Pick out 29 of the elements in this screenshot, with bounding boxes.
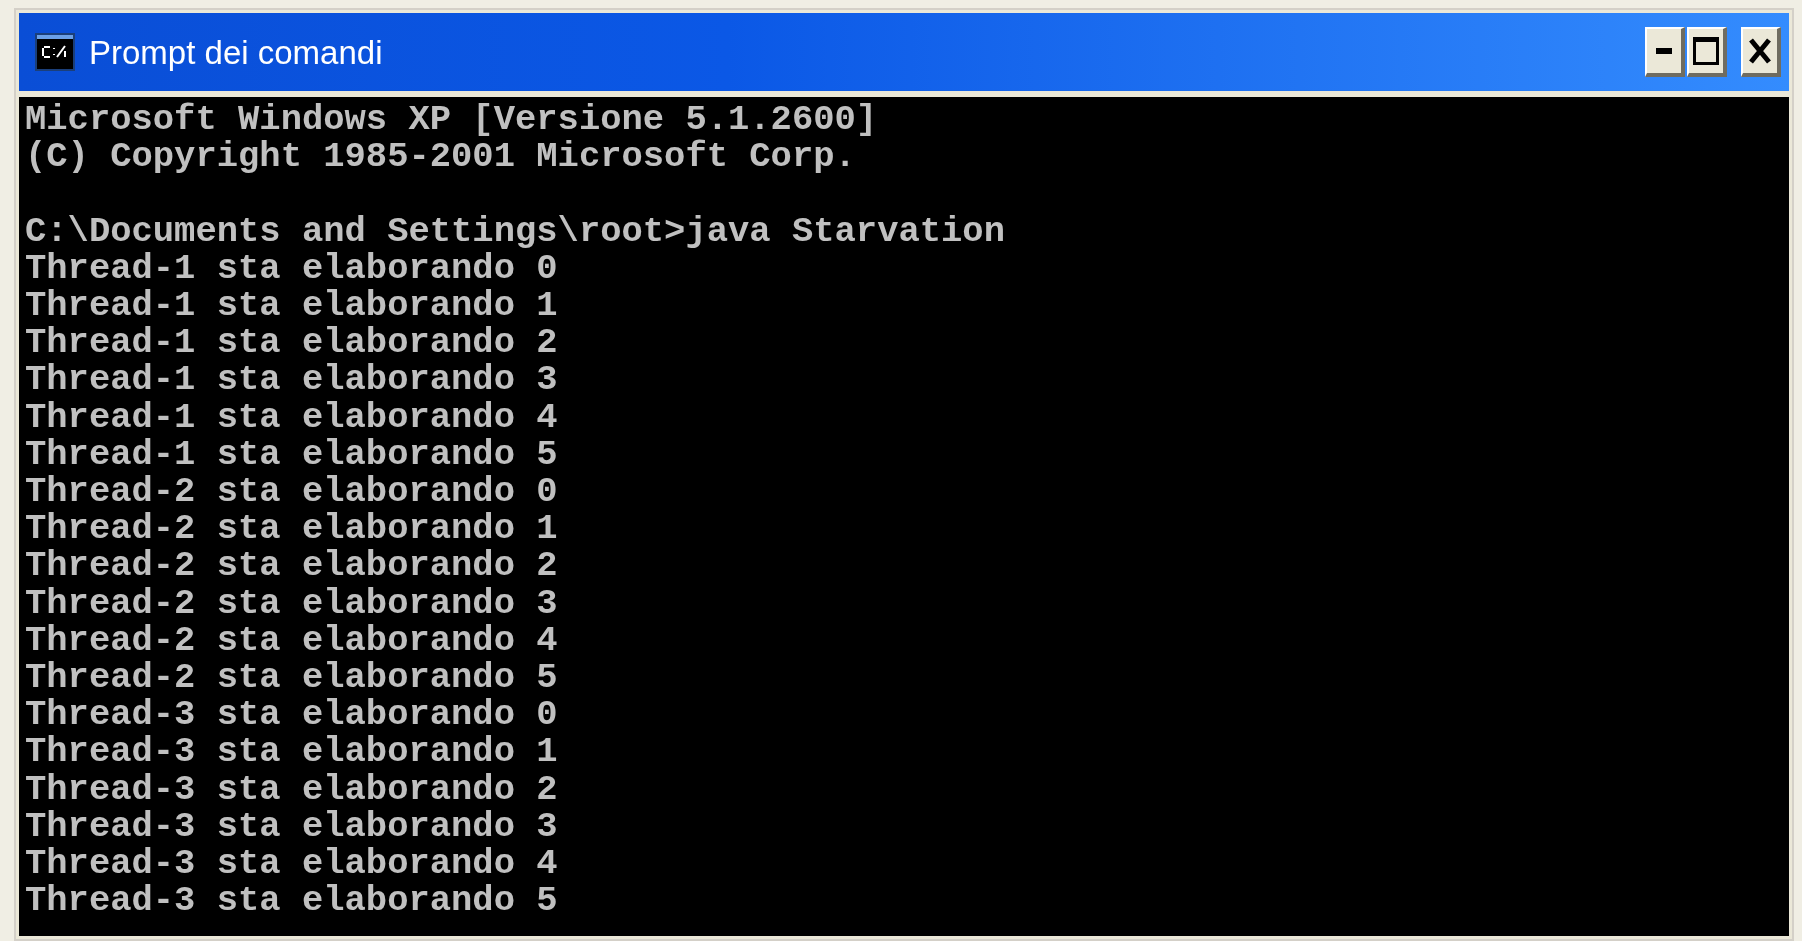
- console-line: Thread-2 sta elaborando 3: [25, 584, 558, 622]
- console-line: Thread-3 sta elaborando 1: [25, 733, 558, 771]
- console-line: Thread-1 sta elaborando 5: [25, 435, 558, 473]
- console-line: Thread-1 sta elaborando 4: [25, 398, 558, 436]
- console-line: Thread-1 sta elaborando 2: [25, 324, 558, 362]
- console-line: Microsoft Windows XP [Versione 5.1.2600]: [25, 101, 878, 139]
- close-icon: [1749, 38, 1771, 64]
- console-line: Thread-1 sta elaborando 1: [25, 287, 558, 325]
- close-button[interactable]: [1741, 27, 1781, 77]
- console-line: Thread-2 sta elaborando 1: [25, 510, 558, 548]
- console-line: Thread-3 sta elaborando 2: [25, 770, 558, 808]
- console-line: Thread-1 sta elaborando 0: [25, 249, 558, 287]
- window-title: Prompt dei comandi: [89, 35, 383, 69]
- console-line: Thread-3 sta elaborando 4: [25, 845, 558, 883]
- console-line: Thread-3 sta elaborando 5: [25, 882, 558, 920]
- console-line: (C) Copyright 1985-2001 Microsoft Corp.: [25, 138, 856, 176]
- minimize-icon: [1656, 48, 1672, 54]
- console-line: Thread-2 sta elaborando 5: [25, 659, 558, 697]
- console-line: C:\Documents and Settings\root>java Starvation: [25, 212, 1005, 250]
- minimize-button[interactable]: [1645, 27, 1685, 77]
- console-line: Thread-1 sta elaborando 3: [25, 361, 558, 399]
- console-line: Thread-2 sta elaborando 4: [25, 621, 558, 660]
- console-line: Thread-3 sta elaborando 3: [25, 807, 558, 846]
- maximize-button[interactable]: [1687, 27, 1727, 77]
- console-line: Thread-3 sta elaborando 0: [25, 696, 558, 734]
- console-line: Thread-2 sta elaborando 2: [25, 547, 558, 585]
- maximize-icon: [1693, 37, 1719, 65]
- console-icon: [35, 33, 75, 71]
- console-line: Thread-2 sta elaborando 0: [25, 473, 558, 511]
